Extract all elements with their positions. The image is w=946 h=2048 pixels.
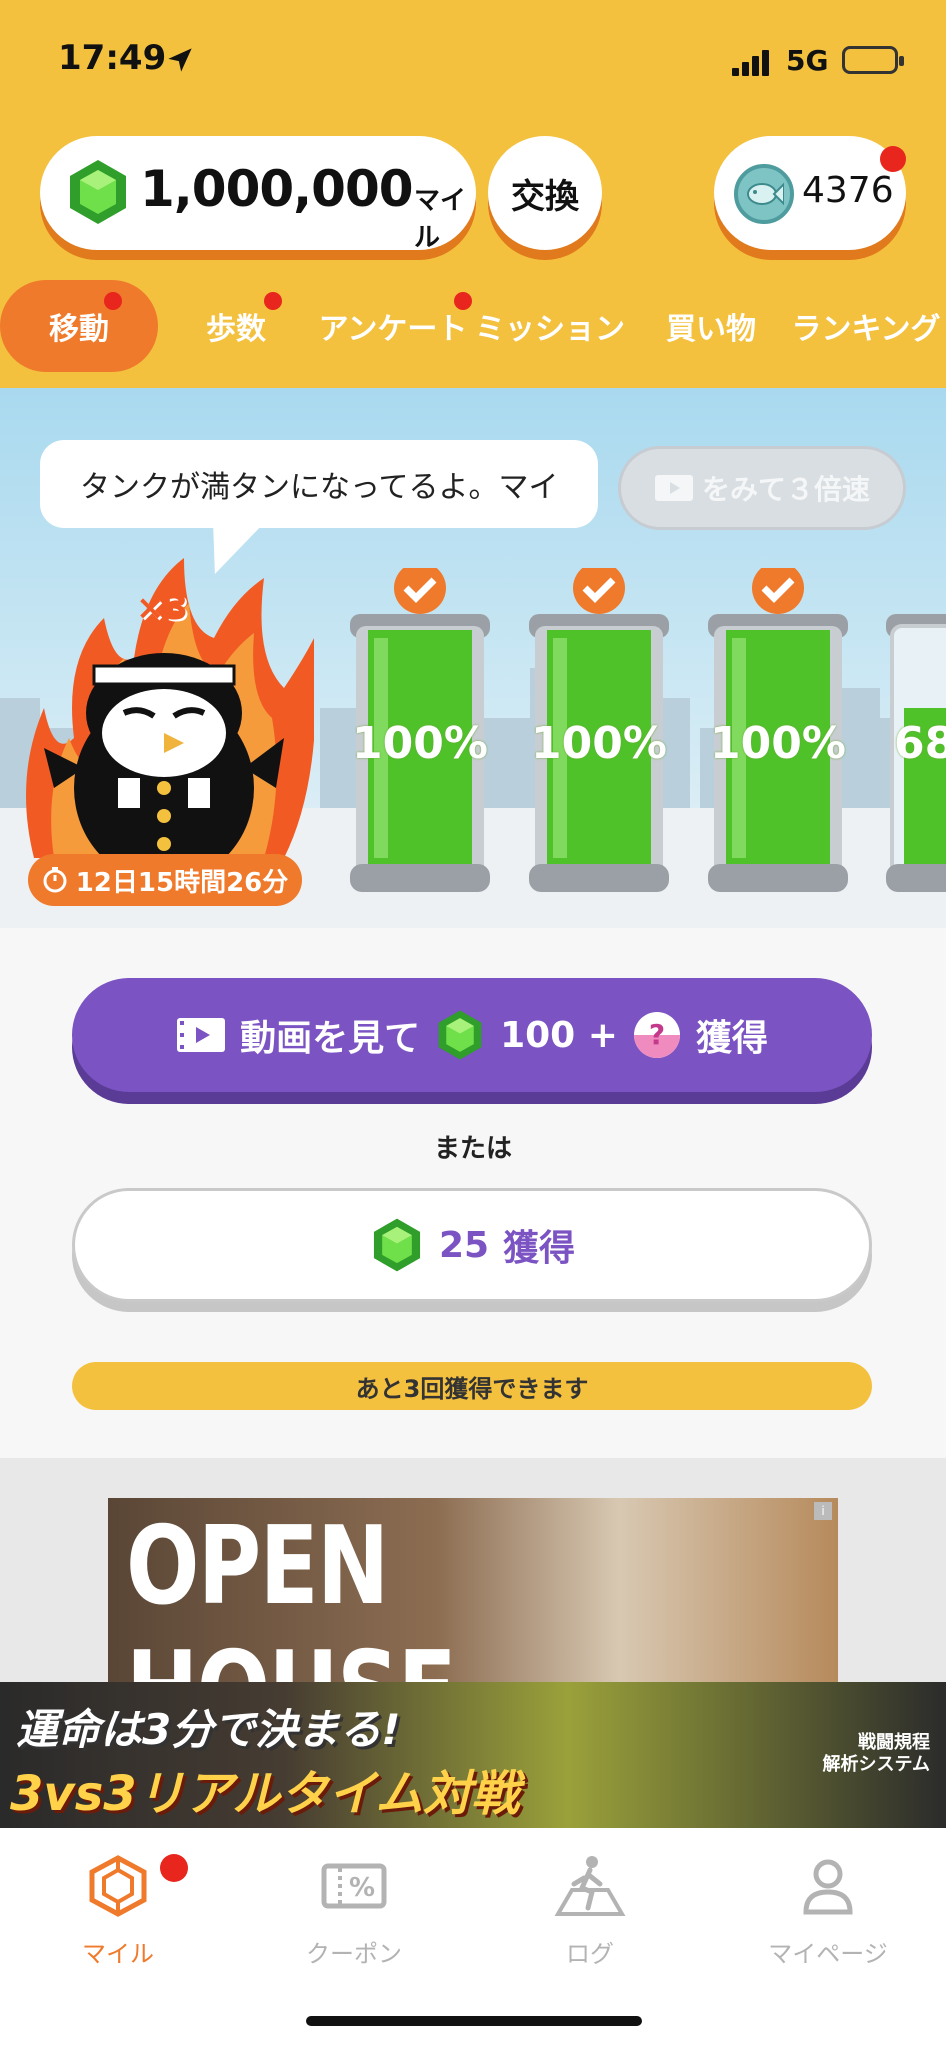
nav-log[interactable]: ログ xyxy=(490,1854,690,1969)
fish-coin-value: 4376 xyxy=(802,170,894,211)
nav-badge xyxy=(160,1854,188,1882)
category-tabs: 移動 歩数 アンケート ミッション 買い物 ランキング xyxy=(0,280,946,372)
tab-shopping[interactable]: 買い物 xyxy=(656,280,766,372)
tank[interactable]: 100% xyxy=(523,562,675,908)
earn-button[interactable]: 25 獲得 xyxy=(72,1188,872,1302)
gem-icon xyxy=(373,1218,420,1272)
ad-info-icon[interactable]: i xyxy=(814,1502,832,1520)
timer-badge: 12日15時間26分 xyxy=(28,854,302,906)
ad-line-1: 運命は3分で決まる! xyxy=(16,1705,401,1754)
tab-mission[interactable]: ミッション xyxy=(475,280,625,372)
mystery-icon: ? xyxy=(633,1012,680,1058)
tank-percentage: 68 xyxy=(894,718,946,769)
notification-badge xyxy=(880,146,906,172)
tank-area: タンクが満タンになってるよ。マイ をみて３倍速 ×3 12日15時間26分 10… xyxy=(0,388,946,928)
watch-amount: 100 + xyxy=(500,1014,618,1056)
battery-icon xyxy=(842,46,904,74)
network-label: 5G xyxy=(786,44,829,77)
tank-percentage: 100% xyxy=(352,718,488,769)
nav-label: マイページ xyxy=(768,1940,888,1968)
remaining-count-bar: あと3回獲得できます xyxy=(72,1362,872,1410)
speech-bubble: タンクが満タンになってるよ。マイ xyxy=(40,440,598,528)
nav-miles[interactable]: マイル xyxy=(18,1854,218,1969)
svg-text:%: % xyxy=(349,1873,375,1903)
stopwatch-icon xyxy=(43,867,67,893)
tank-percentage: 100% xyxy=(531,718,667,769)
gem-icon xyxy=(438,1010,482,1060)
nav-coupon[interactable]: % クーポン xyxy=(254,1854,454,1969)
speed-up-button[interactable]: をみて３倍速 xyxy=(618,446,906,530)
tank[interactable]: 100% xyxy=(344,562,496,908)
home-indicator xyxy=(306,2016,642,2026)
tab-label: 歩数 xyxy=(206,312,266,347)
bottom-nav: マイル % クーポン ログ マイページ xyxy=(0,1828,946,2048)
miles-unit: マイル xyxy=(414,186,467,253)
game-ad-banner[interactable]: 運命は3分で決まる! 3vs3リアルタイム対戦 戦闘規程 解析システム xyxy=(0,1682,946,1828)
tab-steps[interactable]: 歩数 xyxy=(180,280,292,372)
tab-badge xyxy=(454,292,472,310)
nav-label: ログ xyxy=(566,1940,614,1968)
gem-icon xyxy=(70,160,126,224)
signal-icon xyxy=(732,50,769,76)
miles-value: 1,000,000 xyxy=(140,160,414,218)
coupon-icon: % xyxy=(321,1863,387,1909)
hexagon-icon xyxy=(89,1855,147,1917)
tab-badge xyxy=(264,292,282,310)
multiplier-label: ×3 xyxy=(136,588,189,628)
fish-coin-icon xyxy=(734,164,794,224)
exchange-button[interactable]: 交換 xyxy=(488,136,602,250)
tab-label: アンケート xyxy=(318,312,468,347)
header: 17:49 5G 1,000,000 マイル 交換 4376 移動 歩数 アンケ… xyxy=(0,0,946,388)
person-icon xyxy=(803,1859,853,1915)
tank-percentage: 100% xyxy=(710,718,846,769)
fish-coin-balance[interactable]: 4376 xyxy=(714,136,906,250)
location-arrow-icon xyxy=(168,48,192,72)
watch-suffix: 獲得 xyxy=(695,1018,768,1059)
ad-logo: 戦闘規程 解析システム xyxy=(760,1732,930,1818)
tank[interactable]: 100% xyxy=(702,562,854,908)
video-icon xyxy=(177,1018,226,1052)
status-time: 17:49 xyxy=(58,38,167,78)
timer-value: 12日15時間26分 xyxy=(75,867,289,898)
tab-label: ミッション xyxy=(475,312,625,347)
earn-suffix: 獲得 xyxy=(503,1228,576,1269)
ad-logo-text: 戦闘規程 解析システム xyxy=(822,1732,930,1775)
svg-text:?: ? xyxy=(649,1018,665,1051)
ad-line-2: 3vs3リアルタイム対戦 xyxy=(10,1766,520,1822)
tab-label: ランキング xyxy=(791,312,941,347)
watch-prefix: 動画を見て xyxy=(240,1018,421,1059)
tab-survey[interactable]: アンケート xyxy=(318,280,472,372)
nav-mypage[interactable]: マイページ xyxy=(728,1854,928,1969)
or-label: または xyxy=(433,1134,512,1164)
tab-ranking[interactable]: ランキング xyxy=(791,280,941,372)
speed-up-label: をみて３倍速 xyxy=(701,473,870,506)
walk-icon xyxy=(554,1856,626,1916)
earn-amount: 25 xyxy=(438,1224,490,1266)
tab-label: 買い物 xyxy=(666,312,756,347)
tank[interactable]: 68 xyxy=(880,568,946,908)
nav-label: クーポン xyxy=(306,1940,402,1968)
watch-video-button[interactable]: 動画を見て 100 + ? 獲得 xyxy=(72,978,872,1092)
tab-label: 移動 xyxy=(49,312,109,347)
miles-balance[interactable]: 1,000,000 マイル xyxy=(40,136,476,253)
video-icon xyxy=(654,475,693,501)
tab-move[interactable]: 移動 xyxy=(0,280,158,372)
nav-label: マイル xyxy=(82,1940,154,1968)
tab-badge xyxy=(104,292,122,310)
